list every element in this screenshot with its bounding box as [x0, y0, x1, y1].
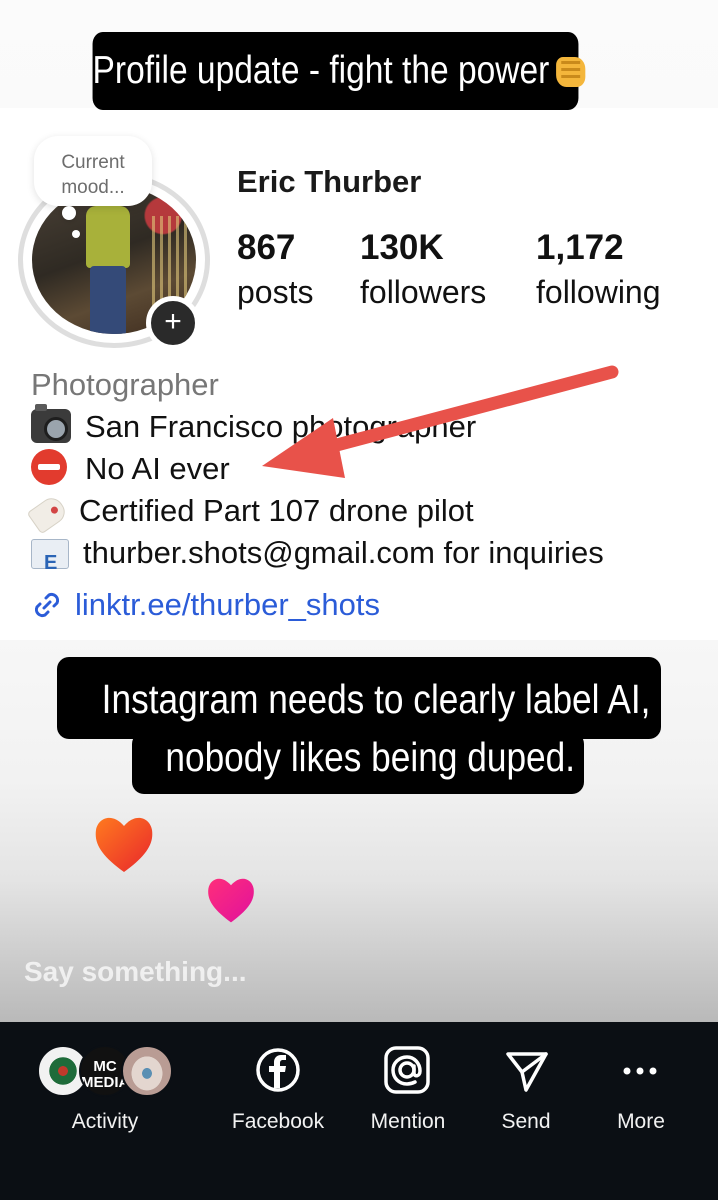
link-icon [34, 592, 60, 618]
mail-emoji-icon [31, 539, 69, 584]
caption-middle-line1-text: Instagram needs to clearly label AI, [101, 676, 651, 722]
send-label: Send [501, 1110, 551, 1133]
posts-count: 867 [237, 228, 296, 267]
pink-heart-reaction-icon [208, 878, 254, 923]
mood-note-bubble[interactable]: Current mood... [34, 136, 152, 206]
camera-emoji-icon [31, 404, 71, 443]
avatar-background-lights [152, 216, 192, 306]
bio-line-drone-text: Certified Part 107 drone pilot [79, 493, 474, 528]
activity-avatars[interactable]: MC MEDIA [37, 1045, 177, 1097]
viewer-avatar-3 [121, 1045, 173, 1097]
following-count: 1,172 [536, 228, 624, 267]
say-something-input[interactable] [24, 950, 684, 994]
avatar-figure-body [86, 206, 130, 268]
label-tag-emoji-icon [26, 493, 70, 535]
caption-middle-line1: Instagram needs to clearly label AI, [57, 657, 661, 739]
bio-line-no-ai-text: No AI ever [85, 451, 230, 486]
send-icon[interactable] [504, 1048, 550, 1094]
bio-line-drone: Certified Part 107 drone pilot [26, 490, 604, 535]
mention-label: Mention [370, 1110, 446, 1133]
bio-line-location-text: San Francisco photographer [85, 409, 477, 444]
bio-link[interactable]: linktr.ee/thurber_shots [31, 584, 380, 626]
send-button[interactable]: Send [484, 1110, 568, 1134]
stat-posts[interactable]: 867 posts [237, 226, 313, 314]
story-canvas: Profile update - fight the power Current… [0, 0, 718, 1022]
mood-bubble-tail-large [62, 206, 76, 220]
more-button[interactable]: More [604, 1110, 678, 1134]
orange-heart-reaction-icon [95, 817, 153, 872]
following-label: following [536, 274, 661, 310]
fist-emoji-icon [556, 57, 586, 87]
mention-icon[interactable] [384, 1046, 430, 1094]
facebook-icon[interactable] [254, 1046, 302, 1094]
mood-bubble-tail-small [72, 230, 80, 238]
followers-label: followers [360, 274, 487, 310]
bio-category: Photographer [31, 367, 219, 402]
mood-note-text: Current mood... [61, 152, 125, 198]
more-label: More [617, 1110, 665, 1133]
caption-middle-line2: nobody likes being duped. [132, 732, 584, 794]
stat-followers[interactable]: 130K followers [360, 226, 486, 314]
activity-label: Activity [71, 1110, 139, 1133]
facebook-button[interactable]: Facebook [222, 1110, 334, 1134]
bio-line-email-text: thurber.shots@gmail.com for inquiries [83, 535, 604, 570]
stat-following[interactable]: 1,172 following [536, 226, 661, 314]
profile-name: Eric Thurber [237, 164, 422, 199]
bio-line-no-ai: No AI ever [31, 448, 604, 490]
bio-line-email: thurber.shots@gmail.com for inquiries [31, 532, 604, 584]
caption-top: Profile update - fight the power [92, 32, 586, 110]
bio-line-location: San Francisco photographer [31, 404, 604, 448]
plus-icon[interactable]: + [146, 296, 200, 350]
posts-label: posts [237, 274, 314, 310]
bio-link-text: linktr.ee/thurber_shots [75, 587, 381, 622]
caption-middle-line2-text: nobody likes being duped. [165, 734, 576, 780]
mention-button[interactable]: Mention [356, 1110, 460, 1134]
followers-count: 130K [360, 228, 444, 267]
activity-button[interactable]: Activity [54, 1110, 156, 1134]
profile-bio: Photographer San Francisco photographer … [26, 364, 604, 584]
no-entry-emoji-icon [31, 449, 67, 485]
facebook-label: Facebook [231, 1110, 325, 1133]
caption-top-text: Profile update - fight the power [92, 49, 550, 92]
more-dots-icon[interactable] [622, 1064, 658, 1078]
avatar-figure-legs [90, 266, 126, 334]
